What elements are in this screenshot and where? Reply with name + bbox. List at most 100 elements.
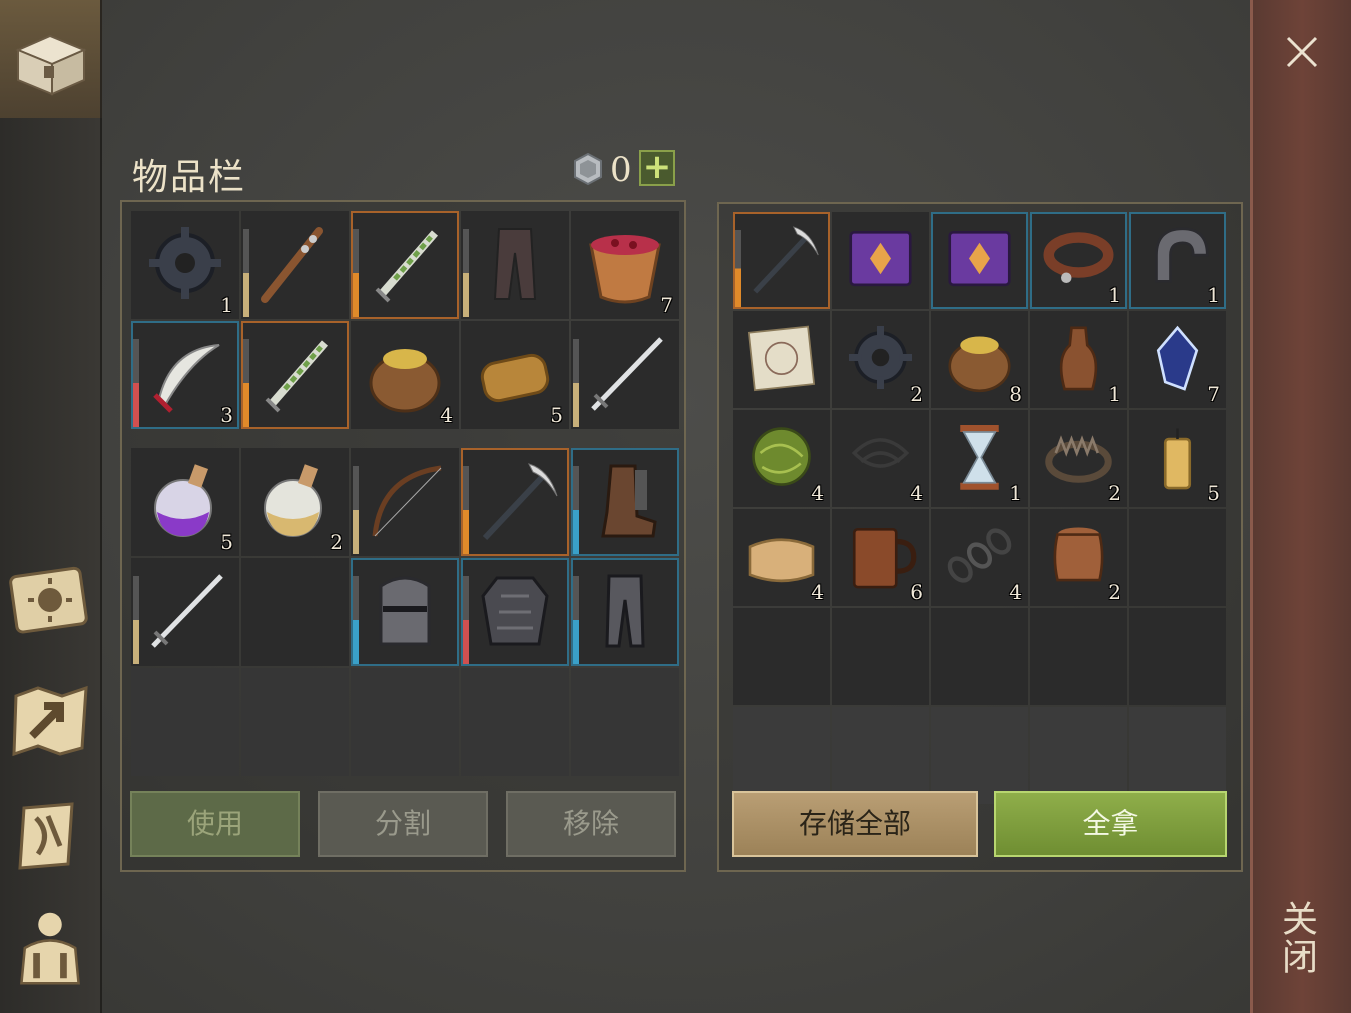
container-slot[interactable]: 2 (1030, 509, 1127, 606)
container-slot[interactable]: 5 (1129, 410, 1226, 507)
container-slot[interactable]: 2 (832, 311, 929, 408)
chest-tab[interactable] (0, 0, 102, 118)
container-slot[interactable]: 4 (931, 509, 1028, 606)
close-icon[interactable] (1282, 32, 1322, 72)
inventory-slot[interactable] (241, 321, 349, 429)
remove-button[interactable]: 移除 (506, 791, 676, 857)
herb-dagger-icon (265, 340, 329, 413)
inventory-slot[interactable] (351, 448, 459, 556)
use-button[interactable]: 使用 (130, 791, 300, 857)
gold-potion-icon (264, 464, 322, 537)
character-icon[interactable] (8, 906, 92, 990)
chainmail-icon (481, 576, 549, 646)
inventory-slot[interactable]: 5 (461, 321, 569, 429)
empty-slot[interactable] (733, 707, 830, 804)
purple-book-icon (849, 230, 912, 287)
container-slot[interactable] (931, 212, 1028, 309)
durability-bar (243, 339, 249, 427)
stack-count: 1 (1108, 382, 1121, 406)
scimitar-icon (153, 344, 220, 413)
berry-bowl-icon (589, 235, 661, 304)
container-slot[interactable] (733, 311, 830, 408)
inventory-slot[interactable]: 7 (571, 211, 679, 319)
empty-slot[interactable] (351, 668, 459, 776)
inventory-slot[interactable] (241, 211, 349, 319)
durability-bar (243, 229, 249, 317)
empty-slot[interactable] (461, 668, 569, 776)
empty-slot[interactable] (733, 608, 830, 705)
empty-slot[interactable] (1030, 608, 1127, 705)
split-button[interactable]: 分割 (318, 791, 488, 857)
herb-dagger-icon (375, 230, 439, 303)
inventory-slot[interactable] (131, 558, 239, 666)
container-slot[interactable] (733, 212, 830, 309)
inventory-slot[interactable] (461, 448, 569, 556)
container-slot[interactable]: 4 (832, 410, 929, 507)
store-all-button[interactable]: 存储全部 (732, 791, 978, 857)
container-slot[interactable]: 7 (1129, 311, 1226, 408)
collar-icon (1043, 232, 1114, 283)
stack-count: 1 (220, 293, 233, 317)
empty-slot[interactable] (832, 608, 929, 705)
durability-bar (353, 466, 359, 554)
hourglass-icon (960, 425, 999, 490)
empty-slot[interactable] (571, 668, 679, 776)
durability-bar (353, 229, 359, 317)
empty-slot[interactable] (931, 707, 1028, 804)
empty-slot[interactable] (931, 608, 1028, 705)
inventory-slot[interactable] (351, 558, 459, 666)
container-slot[interactable]: 2 (1030, 410, 1127, 507)
take-all-button[interactable]: 全拿 (994, 791, 1227, 857)
inventory-slot[interactable] (461, 558, 569, 666)
stack-count: 4 (811, 481, 824, 505)
inventory-slot[interactable] (461, 211, 569, 319)
container-slot[interactable]: 1 (931, 410, 1028, 507)
stack-count: 1 (1009, 481, 1022, 505)
bear-trap-icon (1045, 435, 1112, 483)
empty-slot[interactable] (1129, 608, 1226, 705)
empty-slot[interactable] (131, 668, 239, 776)
stack-count: 5 (220, 530, 233, 554)
container-slot[interactable]: 8 (931, 311, 1028, 408)
shackle-icon (1155, 227, 1209, 283)
map-icon[interactable] (8, 678, 92, 762)
wire-icon (851, 438, 910, 468)
inventory-slot[interactable] (241, 558, 349, 666)
container-slot[interactable]: 1 (1030, 212, 1127, 309)
durability-bar (463, 576, 469, 664)
container-slot[interactable] (832, 212, 929, 309)
close-panel[interactable] (1250, 0, 1351, 1013)
inventory-slot[interactable]: 2 (241, 448, 349, 556)
inventory-slot[interactable] (571, 448, 679, 556)
herb-ball-icon (752, 427, 811, 486)
inventory-slot[interactable]: 4 (351, 321, 459, 429)
inventory-slot[interactable]: 5 (131, 448, 239, 556)
candle-icon (1163, 428, 1192, 490)
inventory-slot[interactable]: 1 (131, 211, 239, 319)
add-currency-button[interactable]: + (639, 150, 675, 186)
empty-slot[interactable] (241, 668, 349, 776)
container-slot[interactable]: 6 (832, 509, 929, 606)
stack-count: 1 (1207, 283, 1220, 307)
durability-bar (573, 339, 579, 427)
container-slot[interactable]: 4 (733, 509, 830, 606)
container-slot[interactable]: 4 (733, 410, 830, 507)
inventory-slot[interactable] (571, 321, 679, 429)
close-label[interactable]: 关闭 (1276, 900, 1322, 976)
empty-slot[interactable] (1129, 509, 1226, 606)
durability-bar (463, 466, 469, 554)
inventory-slot[interactable] (351, 211, 459, 319)
inventory-slot[interactable]: 3 (131, 321, 239, 429)
container-slot[interactable]: 1 (1129, 212, 1226, 309)
stack-count: 6 (910, 580, 923, 604)
inventory-slot[interactable] (571, 558, 679, 666)
sun-book-icon[interactable] (8, 562, 92, 646)
container-slot[interactable]: 1 (1030, 311, 1127, 408)
stack-count: 1 (1108, 283, 1121, 307)
stack-count: 8 (1009, 382, 1022, 406)
empty-slot[interactable] (1030, 707, 1127, 804)
empty-slot[interactable] (1129, 707, 1226, 804)
quest-scroll-icon[interactable] (8, 794, 92, 878)
empty-slot[interactable] (832, 707, 929, 804)
stack-count: 4 (1009, 580, 1022, 604)
